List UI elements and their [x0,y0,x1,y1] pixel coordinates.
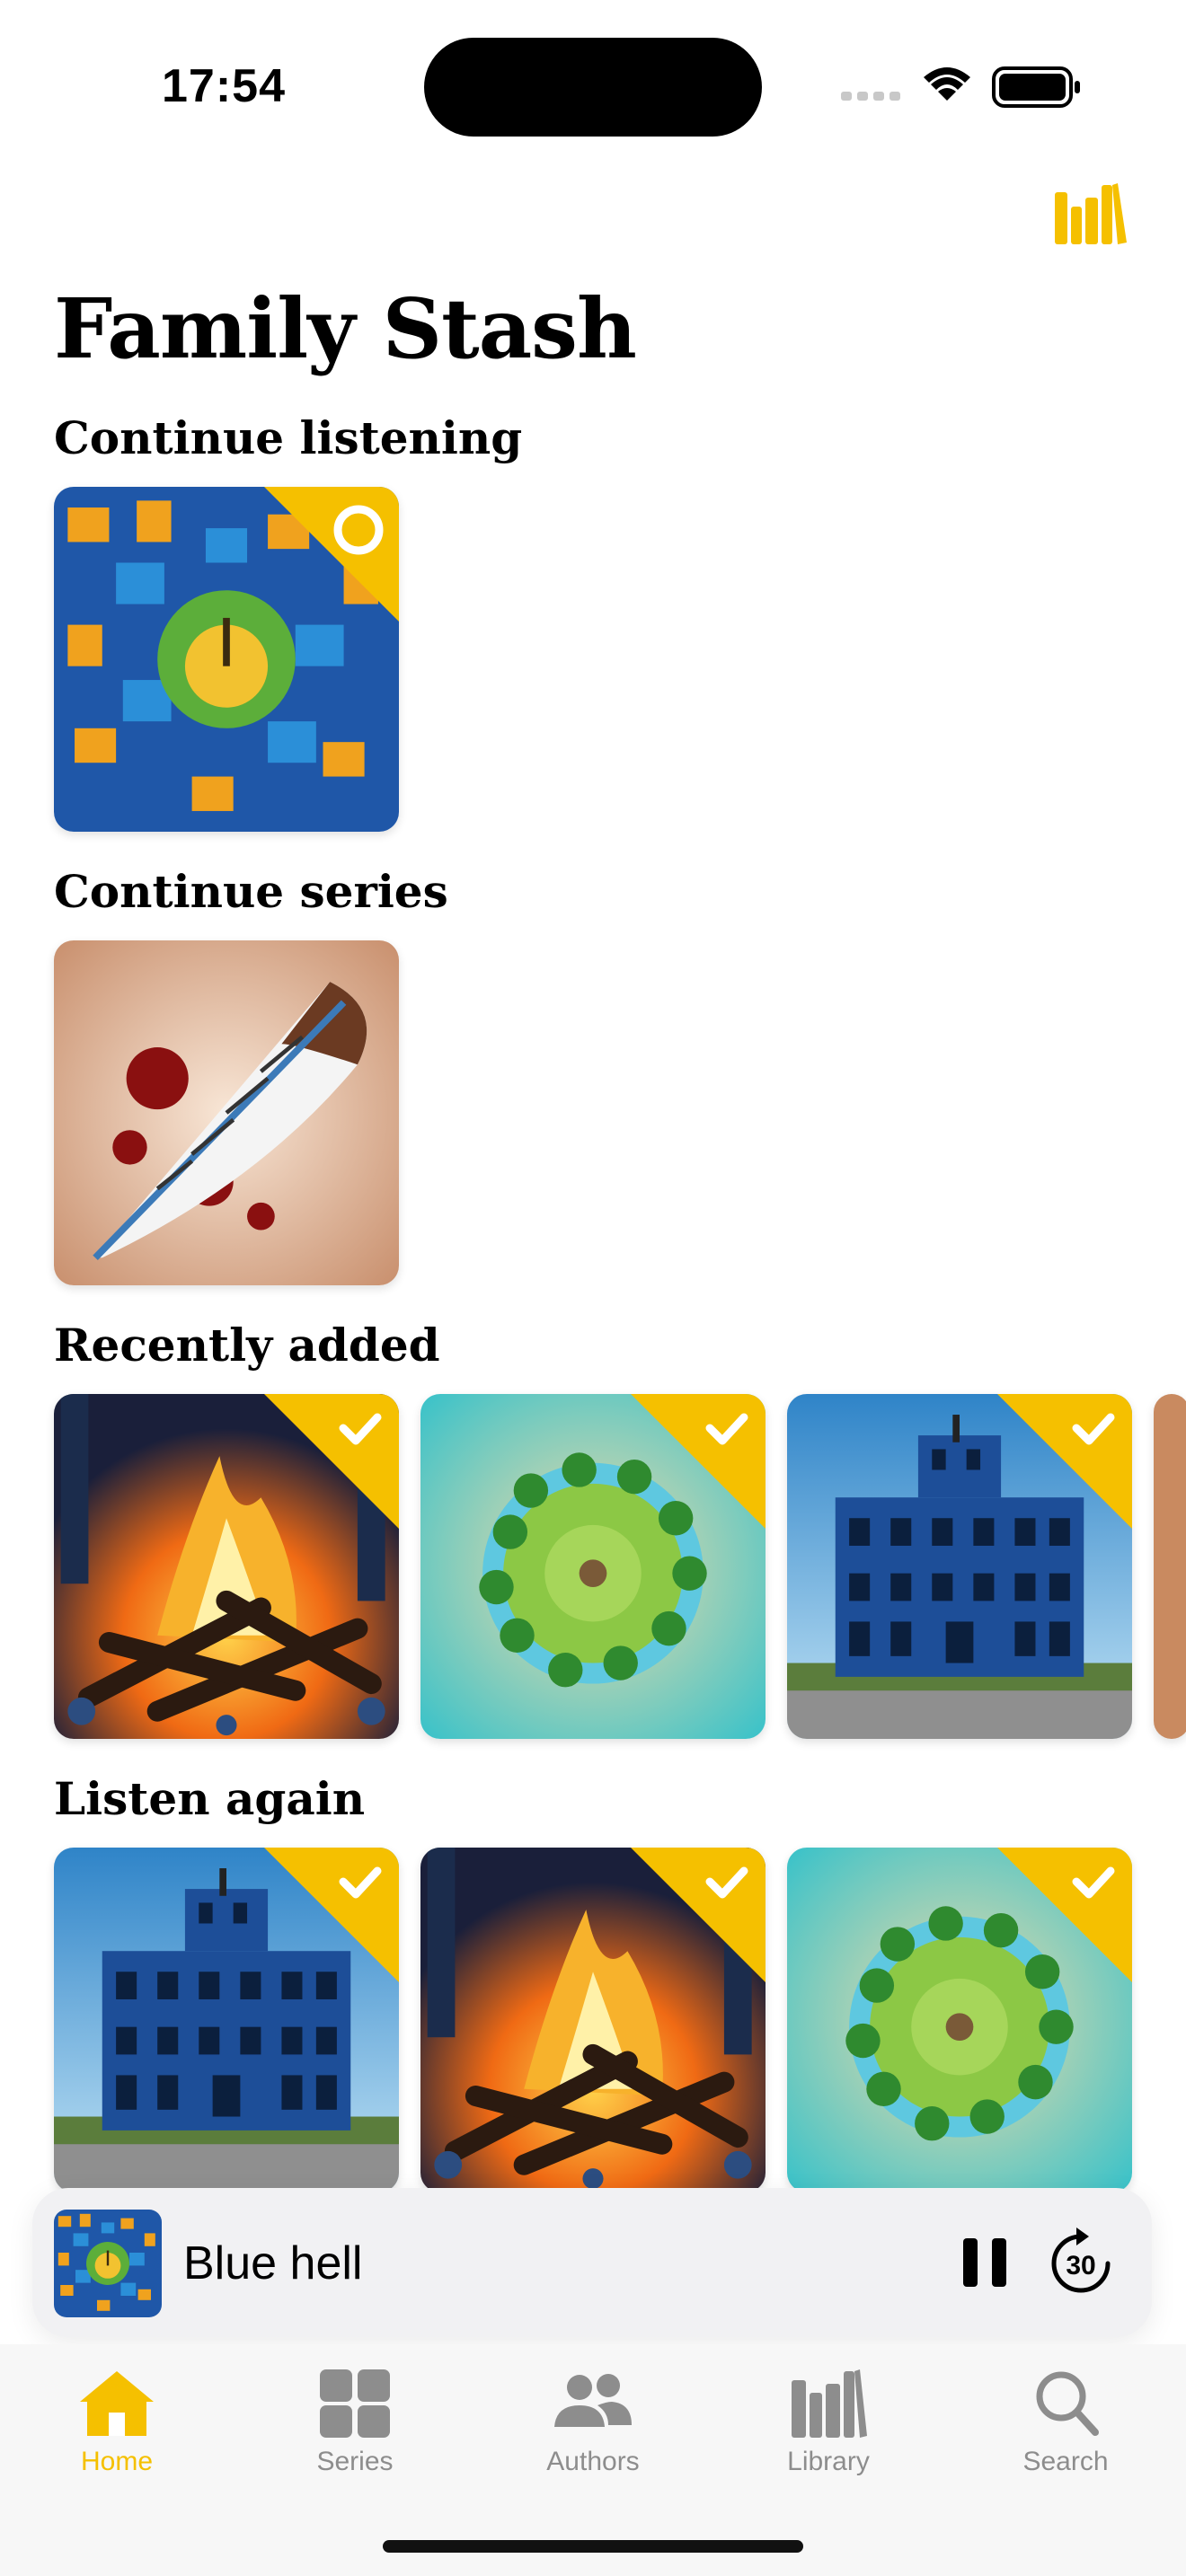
finished-check-icon [997,1394,1132,1529]
tab-label: Authors [546,2447,640,2476]
section-title-listen-again: Listen again [54,1772,366,1825]
book-cover[interactable] [787,1848,1132,2192]
tab-label: Search [1022,2447,1109,2476]
tab-label: Library [787,2447,870,2476]
tab-search[interactable]: Search [976,2368,1155,2477]
continue-listening-row [54,487,399,832]
magnifier-icon [1036,2371,1099,2436]
books-icon[interactable] [1055,180,1127,244]
grid-icon [320,2369,390,2438]
pause-icon[interactable] [951,2228,1021,2298]
status-icons [841,66,1080,108]
cover-art [54,2210,162,2317]
dynamic-island [424,38,762,137]
finished-check-icon [631,1848,766,1982]
wifi-icon [924,67,970,101]
mini-player-cover [54,2210,162,2317]
status-time: 17:54 [162,60,286,112]
book-cover[interactable] [54,1394,399,1739]
progress-ring-icon [264,487,399,622]
book-cover[interactable] [54,1848,399,2192]
section-title-continue-series: Continue series [54,865,448,918]
recently-added-row [54,1394,1186,1739]
tab-series[interactable]: Series [265,2368,445,2477]
finished-check-icon [997,1848,1132,1982]
signal-icon [841,92,900,101]
mini-player[interactable]: Blue hell 30 [32,2188,1152,2337]
book-cover[interactable] [54,487,399,832]
skip-seconds-label: 30 [1066,2251,1095,2280]
tab-library[interactable]: Library [739,2368,918,2477]
people-icon [554,2374,632,2427]
tab-label: Home [80,2447,154,2476]
book-cover[interactable] [420,1848,766,2192]
books-icon [792,2369,867,2438]
skip-forward-30-icon[interactable]: 30 [1044,2224,1118,2299]
cover-art [54,940,399,1285]
house-icon [80,2371,154,2436]
tab-home[interactable]: Home [27,2368,207,2477]
series-cover[interactable] [54,940,399,1285]
book-cover[interactable] [787,1394,1132,1739]
battery-icon [992,66,1080,108]
page-title: Family Stash [54,280,637,377]
listen-again-row [54,1848,1132,2192]
book-cover[interactable] [1154,1394,1186,1739]
tab-label: Series [316,2447,394,2476]
finished-check-icon [264,1394,399,1529]
continue-series-row [54,940,399,1285]
section-title-continue-listening: Continue listening [54,411,523,464]
section-title-recently-added: Recently added [54,1319,440,1372]
mini-player-title: Blue hell [183,2237,363,2289]
finished-check-icon [264,1848,399,1982]
tab-authors[interactable]: Authors [503,2368,683,2477]
home-indicator [383,2540,803,2553]
finished-check-icon [631,1394,766,1529]
book-cover[interactable] [420,1394,766,1739]
